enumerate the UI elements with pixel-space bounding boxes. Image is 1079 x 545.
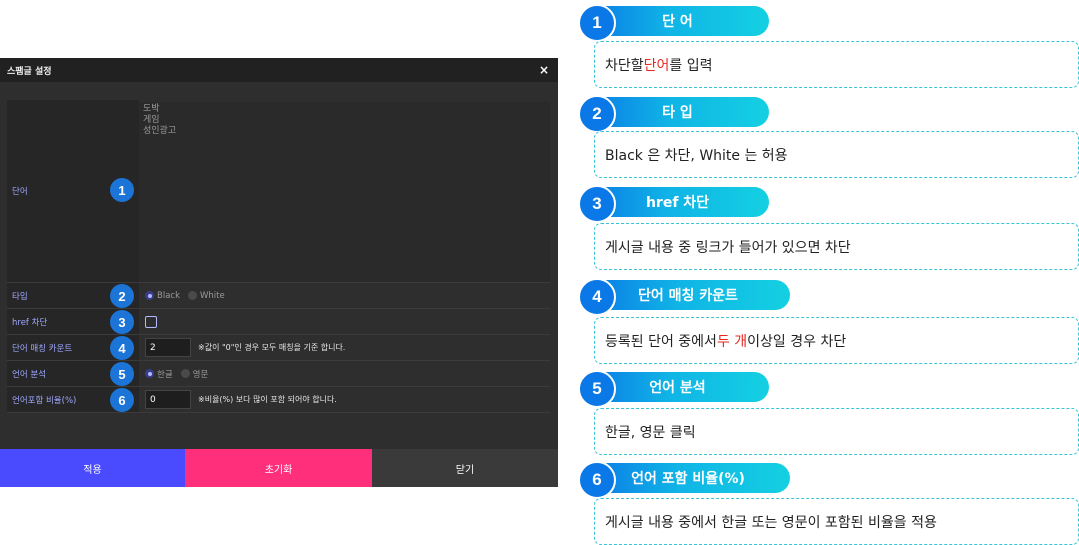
ratio-field-cell: ※비율(%) 보다 많이 포함 되어야 합니다. xyxy=(139,387,550,412)
guide-desc-highlight: 단어 xyxy=(643,57,670,74)
count-label: 단어 매칭 카운트 xyxy=(12,343,73,354)
href-label: href 차단 xyxy=(12,317,48,328)
radio-selected-icon xyxy=(145,369,154,378)
word-field-cell: 도박 게임 성인광고 xyxy=(139,100,550,282)
guide-desc-5: 한글, 영문 클릭 xyxy=(594,408,1079,455)
href-row: href 차단 3 xyxy=(7,309,550,335)
lang-label: 언어 분석 xyxy=(12,369,46,380)
dialog-title: 스팸글 설정 xyxy=(7,66,52,77)
radio-selected-icon xyxy=(145,291,154,300)
word-row: 단어 1 도박 게임 성인광고 xyxy=(7,100,550,283)
type-field-cell: Black White xyxy=(139,283,550,308)
step-badge-6: 6 xyxy=(110,388,134,412)
ratio-label: 언어포함 비율(%) xyxy=(12,395,77,406)
word-label-cell: 단어 1 xyxy=(7,100,139,282)
guide-number-5: 5 xyxy=(578,370,616,408)
count-row: 단어 매칭 카운트 4 ※값이 "0"인 경우 모두 매칭을 기준 합니다. xyxy=(7,335,550,361)
guide-title-6: 언어 포함 비율(%) xyxy=(586,463,790,493)
type-option-white-label: White xyxy=(200,290,225,301)
count-field-cell: ※값이 "0"인 경우 모두 매칭을 기준 합니다. xyxy=(139,335,550,360)
guide-number-1: 1 xyxy=(578,4,616,42)
type-row: 타입 2 Black White xyxy=(7,283,550,309)
lang-option-korean-label: 한글 xyxy=(157,369,173,380)
radio-unselected-icon xyxy=(188,291,197,300)
apply-button[interactable]: 적용 xyxy=(0,449,185,487)
guide-desc-text: 게시글 내용 중 링크가 들어가 있으면 차단 xyxy=(605,239,851,256)
guide-desc-2: Black 은 차단, White 는 허용 xyxy=(594,131,1079,178)
step-badge-2: 2 xyxy=(110,284,134,308)
href-field-cell xyxy=(139,309,550,334)
guide-desc-text: 게시글 내용 중에서 한글 또는 영문이 포함된 비율을 적용 xyxy=(605,514,937,531)
ratio-label-cell: 언어포함 비율(%) 6 xyxy=(7,387,139,412)
type-option-black-label: Black xyxy=(157,290,180,301)
href-block-checkbox[interactable] xyxy=(145,315,157,328)
type-radio-white[interactable]: White xyxy=(188,291,225,301)
guide-desc-6: 게시글 내용 중에서 한글 또는 영문이 포함된 비율을 적용 xyxy=(594,498,1079,545)
guide-title-text: 타 입 xyxy=(662,105,693,121)
guide-number-3: 3 xyxy=(578,185,616,223)
reset-button[interactable]: 초기화 xyxy=(185,449,372,487)
guide-title-text: 단 어 xyxy=(662,14,693,30)
lang-radio-english[interactable]: 영문 xyxy=(180,368,209,380)
type-label: 타입 xyxy=(12,291,28,302)
guide-title-text: 언어 포함 비율(%) xyxy=(631,471,745,487)
step-badge-1: 1 xyxy=(110,178,134,202)
spam-settings-dialog: 스팸글 설정 × 단어 1 도박 게임 성인광고 타입 2 Black Whit… xyxy=(0,58,558,487)
guide-title-text: href 차단 xyxy=(645,195,710,211)
guide-title-4: 단어 매칭 카운트 xyxy=(586,280,790,310)
guide-desc-text: 차단할 xyxy=(605,57,644,74)
lang-option-english-label: 영문 xyxy=(192,369,209,380)
guide-desc-4: 등록된 단어 중에서 두 개 이상일 경우 차단 xyxy=(594,317,1079,364)
type-radio-group: Black White xyxy=(145,291,225,301)
lang-row: 언어 분석 5 한글 영문 xyxy=(7,361,550,387)
word-label: 단어 xyxy=(12,187,28,197)
guide-number-4: 4 xyxy=(578,278,616,316)
lang-ratio-hint: ※비율(%) 보다 많이 포함 되어야 합니다. xyxy=(198,395,337,404)
guide-number-2: 2 xyxy=(578,95,616,133)
guide-number-6: 6 xyxy=(578,461,616,499)
close-button[interactable]: 닫기 xyxy=(372,449,558,487)
lang-ratio-input[interactable] xyxy=(145,390,191,409)
type-label-cell: 타입 2 xyxy=(7,283,139,308)
lang-radio-korean[interactable]: 한글 xyxy=(145,368,173,380)
step-badge-5: 5 xyxy=(110,362,134,386)
close-icon[interactable]: × xyxy=(539,63,549,77)
guide-desc-1: 차단할 단어 를 입력 xyxy=(594,41,1079,88)
guide-title-text: 언어 분석 xyxy=(649,380,706,396)
dialog-footer: 적용 초기화 닫기 xyxy=(0,449,558,487)
lang-radio-group: 한글 영문 xyxy=(145,368,208,380)
match-count-input[interactable] xyxy=(145,338,191,357)
word-textarea[interactable]: 도박 게임 성인광고 xyxy=(139,102,550,282)
settings-form: 단어 1 도박 게임 성인광고 타입 2 Black White href 차단… xyxy=(7,100,550,413)
lang-field-cell: 한글 영문 xyxy=(139,361,550,386)
step-badge-3: 3 xyxy=(110,310,134,334)
radio-unselected-icon xyxy=(180,369,190,378)
type-radio-black[interactable]: Black xyxy=(145,291,180,301)
ratio-row: 언어포함 비율(%) 6 ※비율(%) 보다 많이 포함 되어야 합니다. xyxy=(7,387,550,413)
guide-title-text: 단어 매칭 카운트 xyxy=(638,288,738,304)
href-label-cell: href 차단 3 xyxy=(7,309,139,334)
guide-desc-text: 한글, 영문 클릭 xyxy=(605,424,696,441)
lang-label-cell: 언어 분석 5 xyxy=(7,361,139,386)
dialog-titlebar: 스팸글 설정 × xyxy=(0,58,558,82)
guide-desc-3: 게시글 내용 중 링크가 들어가 있으면 차단 xyxy=(594,223,1079,270)
guide-desc-highlight: 두 개 xyxy=(716,333,748,350)
guide-desc-text-end: 이상일 경우 차단 xyxy=(747,333,847,350)
count-label-cell: 단어 매칭 카운트 4 xyxy=(7,335,139,360)
match-count-hint: ※값이 "0"인 경우 모두 매칭을 기준 합니다. xyxy=(198,343,346,352)
guide-desc-text: 등록된 단어 중에서 xyxy=(605,333,717,350)
step-badge-4: 4 xyxy=(110,336,134,360)
guide-desc-text: Black 은 차단, White 는 허용 xyxy=(605,147,788,164)
guide-desc-text-end: 를 입력 xyxy=(669,57,713,74)
